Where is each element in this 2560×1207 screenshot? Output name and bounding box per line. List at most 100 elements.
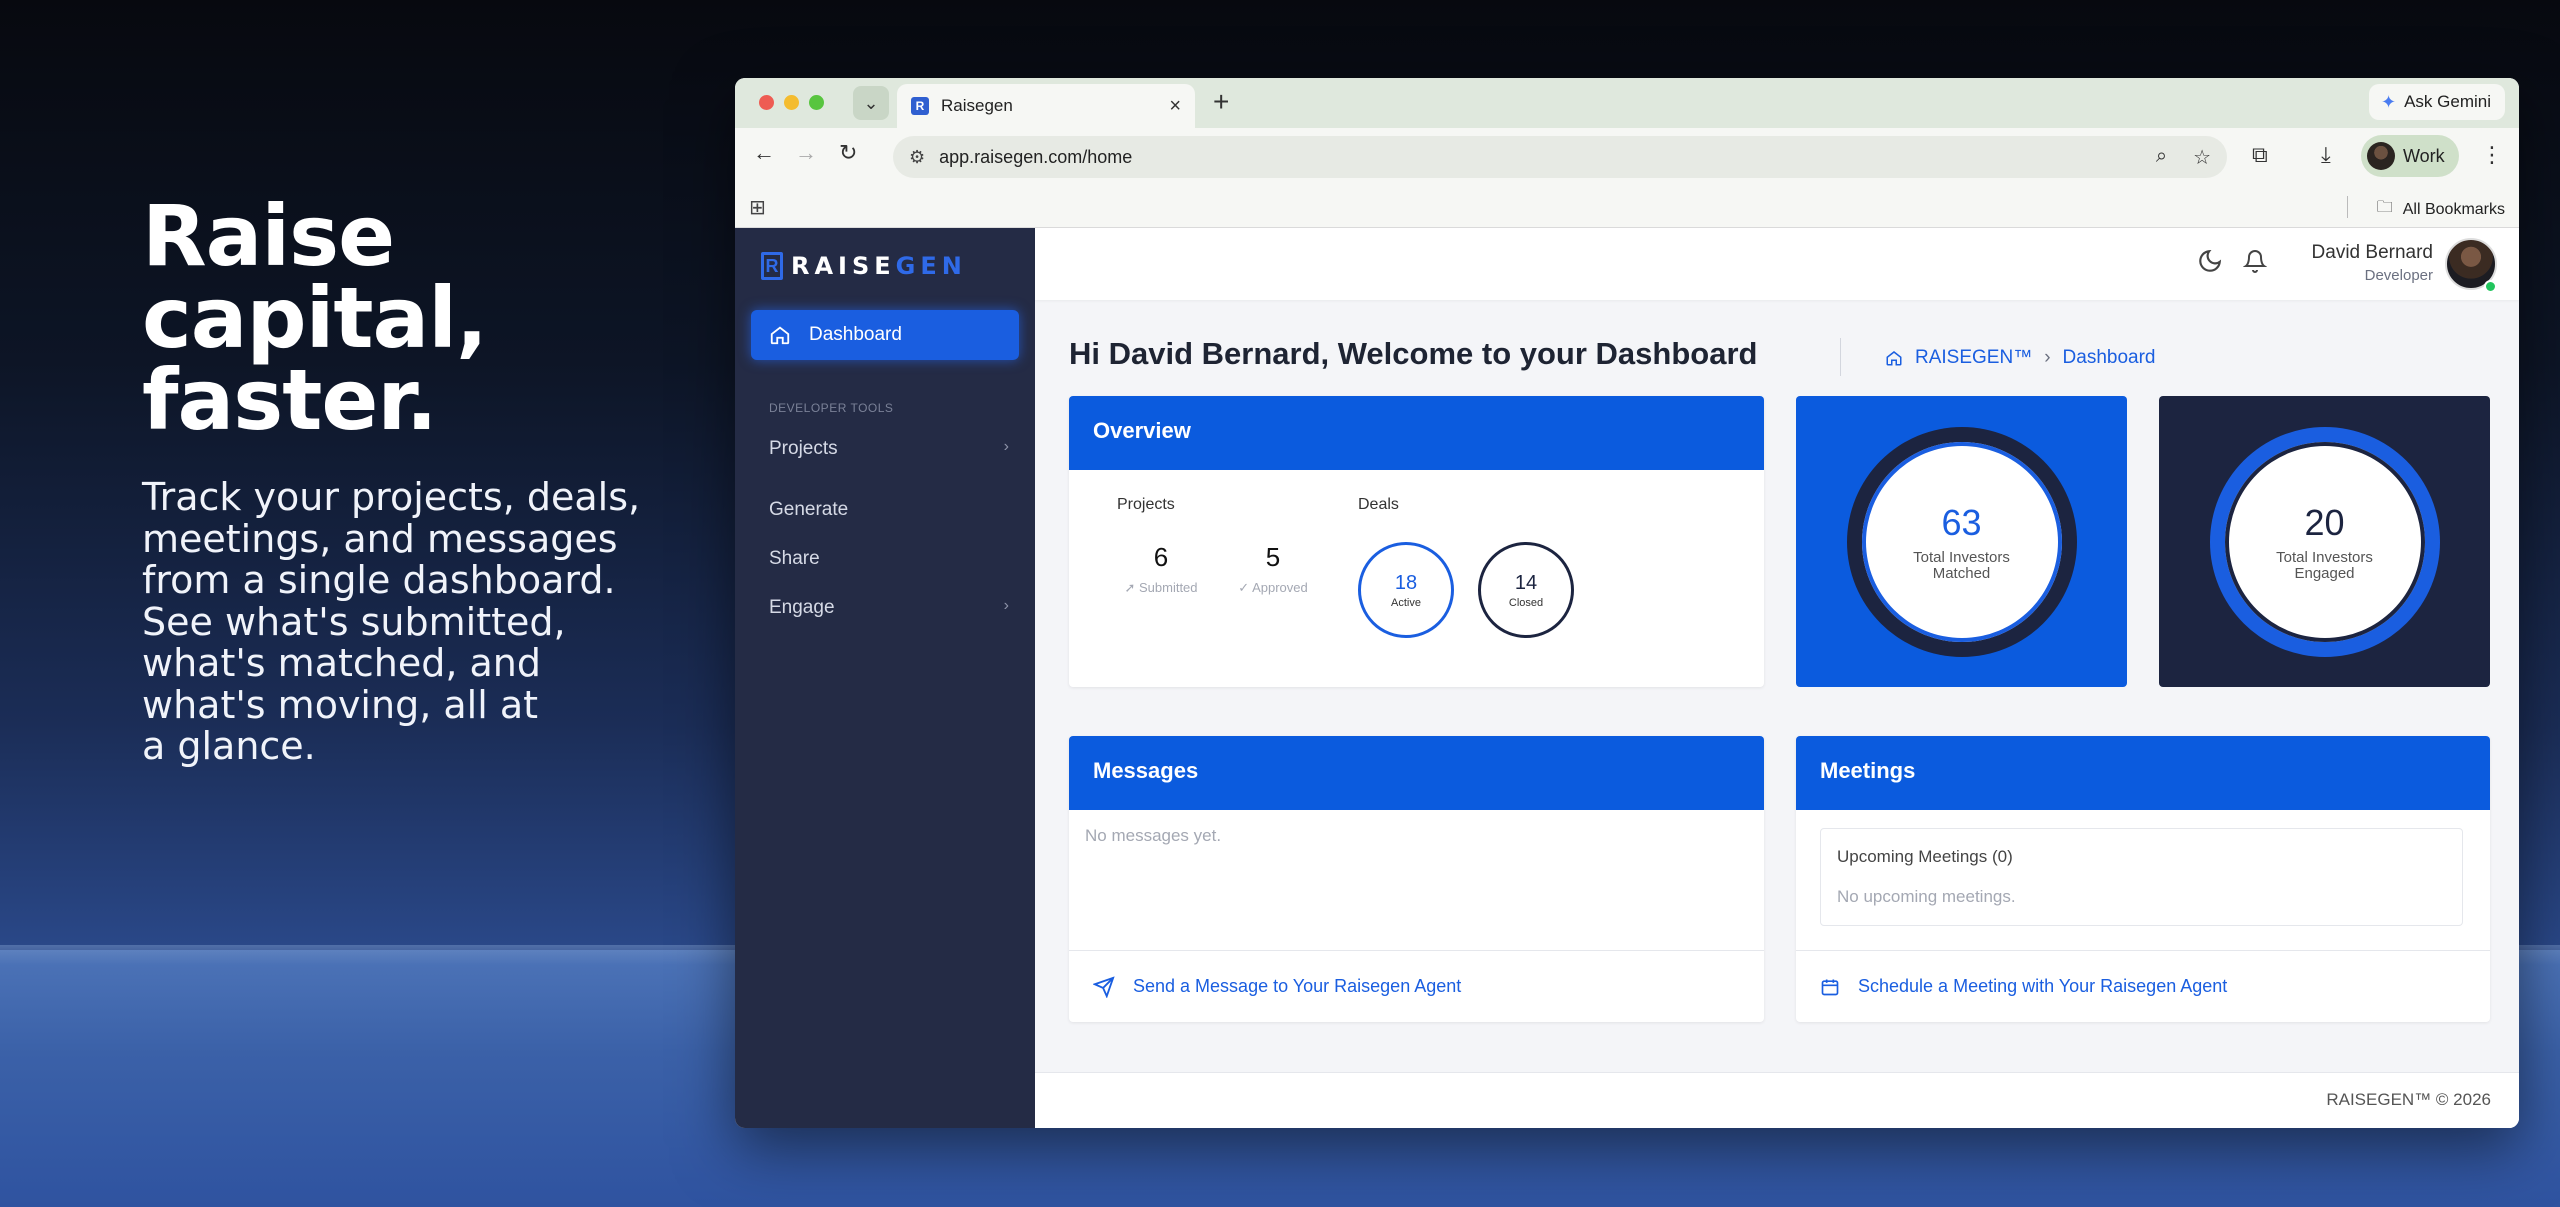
sidebar-item-label: Share xyxy=(769,548,820,569)
approved-label: ✓ Approved xyxy=(1238,580,1308,595)
chevron-down-icon: ⌄ xyxy=(863,92,879,113)
user-role: Developer xyxy=(2364,267,2433,284)
active-deals-count: 18 xyxy=(1394,571,1418,594)
download-icon[interactable]: ⤓ xyxy=(2321,142,2331,168)
sidebar-item-label: Engage xyxy=(769,597,835,618)
chevron-right-icon: › xyxy=(2044,347,2051,368)
more-menu-icon[interactable]: ⋮ xyxy=(2481,142,2503,168)
hero-subtitle-line: what's moving, all at xyxy=(142,682,539,727)
meetings-card: Meetings Upcoming Meetings (0) No upcomi… xyxy=(1796,736,2490,1022)
profile-button[interactable]: Work xyxy=(2361,135,2459,177)
sidebar-item-label: Generate xyxy=(769,499,849,520)
home-icon[interactable] xyxy=(1885,349,1903,367)
chevron-right-icon: › xyxy=(1003,597,1009,614)
app-footer: RAISEGEN™ © 2026 xyxy=(1035,1072,2519,1128)
ask-gemini-label: Ask Gemini xyxy=(2404,92,2491,111)
schedule-meeting-link[interactable]: Schedule a Meeting with Your Raisegen Ag… xyxy=(1796,950,2490,1022)
user-name[interactable]: David Bernard xyxy=(2312,242,2433,264)
matched-ring-inner: 63 Total Investors Matched xyxy=(1861,441,2062,642)
active-deals-circle[interactable]: 18 Active xyxy=(1358,542,1454,638)
hero-subtitle-line: from a single dashboard. xyxy=(142,558,616,602)
reload-icon[interactable]: ↻ xyxy=(839,140,857,166)
copyright: RAISEGEN™ © 2026 xyxy=(2326,1090,2491,1109)
matched-label-line1: Total Investors xyxy=(1913,548,2010,566)
address-bar-row: ← → ↻ ⚙ app.raisegen.com/home ⌕ ☆ ⧉ ⤓ Wo… xyxy=(735,128,2519,186)
hero-subtitle-line: what's matched, and xyxy=(142,641,541,685)
raisegen-logo[interactable]: R RAISEGEN xyxy=(761,252,967,280)
investors-matched-card[interactable]: 63 Total Investors Matched xyxy=(1796,396,2127,687)
back-arrow-icon[interactable]: ← xyxy=(753,140,775,166)
sidebar-section-title: DEVELOPER TOOLS xyxy=(769,401,894,415)
close-tab-icon[interactable]: × xyxy=(1169,95,1181,118)
app-topbar: David Bernard Developer xyxy=(1035,228,2519,300)
upcoming-meetings-box: Upcoming Meetings (0) No upcoming meetin… xyxy=(1820,828,2463,926)
submitted-count: 6 xyxy=(1153,542,1169,572)
url-text[interactable]: app.raisegen.com/home xyxy=(939,147,2156,168)
approved-count: 5 xyxy=(1265,542,1281,572)
breadcrumb: RAISEGEN™ › Dashboard xyxy=(1885,347,2155,369)
send-message-link[interactable]: Send a Message to Your Raisegen Agent xyxy=(1069,950,1764,1022)
submitted-label-text: Submitted xyxy=(1138,580,1198,595)
engaged-label-line2: Engaged xyxy=(2294,564,2355,582)
extensions-icon[interactable]: ⧉ xyxy=(2252,142,2268,168)
ask-gemini-button[interactable]: ✦ Ask Gemini xyxy=(2368,84,2505,120)
sidebar-item-dashboard[interactable]: Dashboard xyxy=(751,310,1019,360)
matched-ring: 63 Total Investors Matched xyxy=(1846,426,2077,657)
sidebar-item-projects[interactable]: Projects › xyxy=(769,438,1009,460)
browser-window: ⌄ R Raisegen × + ✦ Ask Gemini ← → ↻ ⚙ ap… xyxy=(735,78,2519,1128)
engaged-ring-inner: 20 Total Investors Engaged xyxy=(2224,441,2425,642)
favicon-icon: R xyxy=(911,97,929,115)
schedule-meeting-label: Schedule a Meeting with Your Raisegen Ag… xyxy=(1858,976,2228,996)
sidebar-item-share[interactable]: Share xyxy=(769,548,1009,570)
matched-count: 63 xyxy=(1941,501,1982,543)
sidebar-item-label: Projects xyxy=(769,438,838,459)
upcoming-meetings-title: Upcoming Meetings (0) xyxy=(1837,847,2013,866)
investors-engaged-card[interactable]: 20 Total Investors Engaged xyxy=(2159,396,2490,687)
new-tab-icon[interactable]: + xyxy=(1213,86,1229,118)
gemini-sparkle-icon: ✦ xyxy=(2380,91,2397,112)
hero-title-line: Raise xyxy=(142,187,395,285)
tab-raisegen[interactable]: R Raisegen × xyxy=(897,84,1195,128)
online-status-indicator xyxy=(2484,280,2497,293)
sidebar-item-engage[interactable]: Engage › xyxy=(769,597,1009,619)
closed-deals-count: 14 xyxy=(1514,571,1538,594)
closed-deals-circle[interactable]: 14 Closed xyxy=(1478,542,1574,638)
bookmark-star-icon[interactable]: ☆ xyxy=(2193,145,2211,170)
hero-subtitle: Track your projects, deals, meetings, an… xyxy=(142,476,702,768)
tab-title: Raisegen xyxy=(941,96,1013,115)
address-bar[interactable]: ⚙ app.raisegen.com/home ⌕ ☆ xyxy=(893,136,2227,178)
forward-arrow-icon[interactable]: → xyxy=(795,140,817,166)
apps-grid-icon[interactable]: ⊞ xyxy=(749,195,766,220)
folder-icon: 🗀 xyxy=(2376,199,2393,216)
logo-text: RAISEGEN xyxy=(791,252,967,280)
tab-search-button[interactable]: ⌄ xyxy=(853,86,889,120)
all-bookmarks-button[interactable]: 🗀 All Bookmarks xyxy=(2377,196,2505,223)
matched-label-line2: Matched xyxy=(1932,564,1991,582)
site-settings-icon[interactable]: ⚙ xyxy=(909,147,925,168)
approved-label-text: Approved xyxy=(1252,580,1308,595)
profile-avatar xyxy=(2367,142,2395,170)
breadcrumb-current[interactable]: Dashboard xyxy=(2063,347,2156,369)
closed-deals-label: Closed xyxy=(1508,596,1544,609)
deals-label: Deals xyxy=(1358,496,1399,513)
overview-card: Overview Projects Deals 6 ➚ Submitted 5 … xyxy=(1069,396,1764,687)
close-window-button[interactable] xyxy=(759,95,774,110)
minimize-window-button[interactable] xyxy=(784,95,799,110)
hero: Raise capital, faster. Track your projec… xyxy=(142,187,702,768)
sidebar-item-label: Dashboard xyxy=(809,324,902,345)
breadcrumb-root[interactable]: RAISEGEN™ xyxy=(1915,347,2032,369)
meetings-title: Meetings xyxy=(1796,736,2490,810)
sidebar-item-generate[interactable]: Generate xyxy=(769,499,1009,521)
moon-icon[interactable] xyxy=(2197,248,2223,274)
bookmarks-divider xyxy=(2347,196,2348,218)
hero-subtitle-line: a glance. xyxy=(142,724,316,768)
tab-bar: ⌄ R Raisegen × + ✦ Ask Gemini xyxy=(735,78,2519,128)
address-bar-actions: ⌕ ☆ xyxy=(2156,145,2211,170)
meetings-empty-text: No upcoming meetings. xyxy=(1837,887,2016,906)
bell-icon[interactable] xyxy=(2243,248,2267,274)
bookmarks-bar: ⊞ 🗀 All Bookmarks xyxy=(735,186,2519,228)
send-message-label: Send a Message to Your Raisegen Agent xyxy=(1133,976,1462,996)
zoom-icon[interactable]: ⌕ xyxy=(2156,145,2167,170)
logo-text-prefix: RAISE xyxy=(791,252,896,280)
maximize-window-button[interactable] xyxy=(809,95,824,110)
